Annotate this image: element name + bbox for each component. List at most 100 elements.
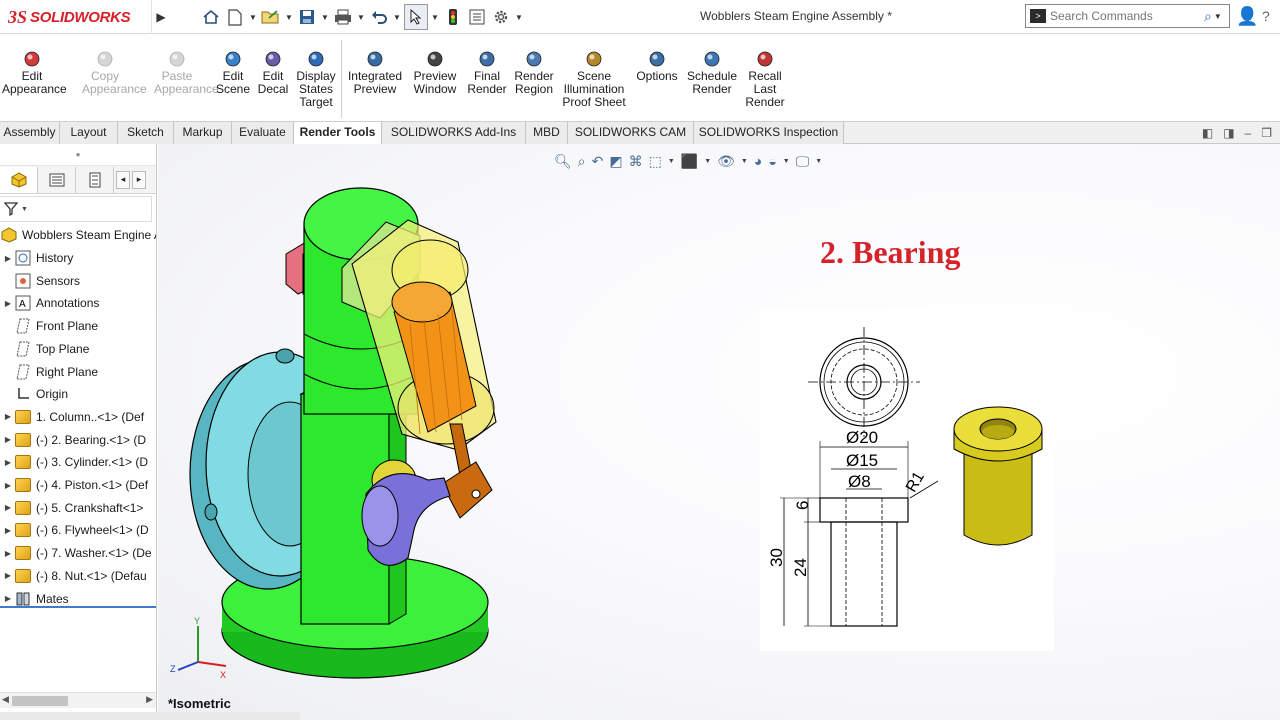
expand-arrow-icon[interactable]: ▶ xyxy=(2,549,14,558)
display-states-button[interactable]: Display States Target xyxy=(294,50,338,109)
tab-evaluate[interactable]: Evaluate xyxy=(232,122,294,144)
tree-item-5-crankshaft-1[interactable]: ▶ (-) 5. Crankshaft<1> xyxy=(0,497,143,519)
minimize-icon[interactable]: – xyxy=(1245,126,1252,140)
maximize-icon[interactable]: ❐ xyxy=(1261,126,1272,140)
search-input[interactable] xyxy=(1050,9,1200,23)
expand-arrow-icon[interactable]: ▶ xyxy=(2,254,14,263)
scroll-left-arrow-icon[interactable]: ◀ xyxy=(2,694,9,705)
previous-view-icon[interactable]: ↶ xyxy=(592,153,604,170)
tab-solidworks-add-ins[interactable]: SOLIDWORKS Add-Ins xyxy=(382,122,526,144)
tree-item-4-piston-1-def[interactable]: ▶ (-) 4. Piston.<1> (Def xyxy=(0,474,148,496)
zoom-to-area-icon[interactable]: ⌕ xyxy=(578,153,586,170)
open-icon[interactable] xyxy=(260,4,282,30)
tile-right-icon[interactable]: ◨ xyxy=(1223,126,1234,140)
save-icon[interactable] xyxy=(296,4,318,30)
file-properties-icon[interactable] xyxy=(466,4,488,30)
options-dropdown-icon[interactable]: ▼ xyxy=(514,13,524,22)
expand-arrow-icon[interactable]: ▶ xyxy=(2,594,14,603)
configuration-manager-tab-icon[interactable] xyxy=(76,166,114,193)
tree-item-1-column-1-def[interactable]: ▶ 1. Column..<1> (Def xyxy=(0,406,144,428)
open-dropdown-icon[interactable]: ▼ xyxy=(284,13,294,22)
render-region-button[interactable]: Render Region xyxy=(512,50,556,96)
search-dropdown-icon[interactable]: ▼ xyxy=(1214,12,1222,21)
tree-item-2-bearing-1-d[interactable]: ▶ (-) 2. Bearing.<1> (D xyxy=(0,429,146,451)
expand-arrow-icon[interactable]: ▶ xyxy=(2,412,14,421)
view-orientation-icon[interactable]: ⬚ xyxy=(649,153,662,170)
recall-render-button[interactable]: Recall Last Render xyxy=(744,50,786,109)
tree-item-sensors[interactable]: Sensors xyxy=(0,270,80,292)
tab-sketch[interactable]: Sketch xyxy=(118,122,174,144)
tree-item-origin[interactable]: Origin xyxy=(0,383,68,405)
apply-scene-icon[interactable]: ◒ xyxy=(768,153,776,169)
expand-arrow-icon[interactable]: ▶ xyxy=(2,458,14,467)
expand-arrow-icon[interactable]: ▶ xyxy=(2,435,14,444)
undo-dropdown-icon[interactable]: ▼ xyxy=(392,13,402,22)
panel-scroll-right-icon[interactable]: ▸ xyxy=(132,170,146,189)
search-icon[interactable]: ⌕ xyxy=(1204,8,1212,25)
tree-item-7-washer-1-de[interactable]: ▶ (-) 7. Washer.<1> (De xyxy=(0,542,152,564)
bottom-model-tabs[interactable] xyxy=(0,712,300,720)
expand-arrow-icon[interactable]: ▶ xyxy=(2,481,14,490)
panel-grip[interactable]: ● xyxy=(0,144,156,166)
tree-item-top-plane[interactable]: Top Plane xyxy=(0,338,89,360)
new-dropdown-icon[interactable]: ▼ xyxy=(248,13,258,22)
property-manager-tab-icon[interactable] xyxy=(38,166,76,193)
edit-scene-button[interactable]: Edit Scene xyxy=(216,50,250,96)
view-settings-icon[interactable]: 🖵 xyxy=(796,153,810,170)
select-dropdown-icon[interactable]: ▼ xyxy=(430,13,440,22)
print-icon[interactable] xyxy=(332,4,354,30)
edit-decal-button[interactable]: Edit Decal xyxy=(256,50,290,96)
tab-render-tools[interactable]: Render Tools xyxy=(294,122,382,144)
feature-tree-tab-icon[interactable] xyxy=(0,166,38,193)
tree-item-3-cylinder-1-d[interactable]: ▶ (-) 3. Cylinder.<1> (D xyxy=(0,451,148,473)
integrated-preview-button[interactable]: Integrated Preview xyxy=(346,50,404,96)
new-document-icon[interactable] xyxy=(224,4,246,30)
tile-left-icon[interactable]: ◧ xyxy=(1202,126,1213,140)
tab-mbd[interactable]: MBD xyxy=(526,122,568,144)
undo-icon[interactable] xyxy=(368,4,390,30)
tab-solidworks-cam[interactable]: SOLIDWORKS CAM xyxy=(568,122,694,144)
tree-item-6-flywheel-1-d[interactable]: ▶ (-) 6. Flywheel<1> (D xyxy=(0,519,149,541)
paste-appearance-button[interactable]: Paste Appearance xyxy=(154,50,219,96)
scroll-thumb[interactable] xyxy=(12,696,68,706)
expand-arrow-icon[interactable]: ▶ xyxy=(2,571,14,580)
help-icon[interactable]: ? xyxy=(1262,8,1270,24)
tree-item-history[interactable]: ▶ History xyxy=(0,247,73,269)
edit-appearance-view-icon[interactable]: ◕ xyxy=(754,153,762,169)
select-icon[interactable] xyxy=(404,4,428,30)
tree-item-right-plane[interactable]: Right Plane xyxy=(0,361,98,383)
section-view-icon[interactable]: ◩ xyxy=(609,153,622,170)
tree-item-annotations[interactable]: ▶ A Annotations xyxy=(0,292,99,314)
panel-splitter[interactable] xyxy=(0,606,156,608)
tab-solidworks-inspection[interactable]: SOLIDWORKS Inspection xyxy=(694,122,844,144)
copy-appearance-button[interactable]: Copy Appearance xyxy=(82,50,147,96)
solidworks-logo[interactable]: 3S SOLIDWORKS xyxy=(0,0,152,34)
panel-horizontal-scrollbar[interactable]: ◀ ▶ xyxy=(0,692,156,708)
edit-appearance-button[interactable]: Edit Appearance xyxy=(2,50,67,96)
tab-assembly[interactable]: Assembly xyxy=(0,122,60,144)
user-account-icon[interactable]: 👤 xyxy=(1236,6,1258,27)
zoom-to-fit-icon[interactable]: 🔍︎ xyxy=(554,153,572,170)
scene-illumination-button[interactable]: Scene Illumination Proof Sheet xyxy=(560,50,628,109)
save-dropdown-icon[interactable]: ▼ xyxy=(320,13,330,22)
tree-item-8-nut-1-defau[interactable]: ▶ (-) 8. Nut.<1> (Defau xyxy=(0,565,147,587)
display-style-icon[interactable]: ⬛ xyxy=(681,153,698,170)
options-gear-icon[interactable] xyxy=(490,4,512,30)
expand-arrow-icon[interactable]: ▶ xyxy=(2,526,14,535)
expand-arrow-icon[interactable]: ▶ xyxy=(2,299,14,308)
dynamic-annotation-icon[interactable]: ⌘ xyxy=(629,153,643,170)
final-render-button[interactable]: Final Render xyxy=(466,50,508,96)
schedule-render-button[interactable]: Schedule Render xyxy=(686,50,738,96)
rebuild-icon[interactable] xyxy=(442,4,464,30)
options-button[interactable]: Options xyxy=(634,50,680,83)
preview-window-button[interactable]: Preview Window xyxy=(408,50,462,96)
home-icon[interactable] xyxy=(200,4,222,30)
menu-expand-arrow-icon[interactable]: ▶ xyxy=(154,6,168,28)
tree-root-assembly[interactable]: Wobblers Steam Engine A xyxy=(0,224,156,246)
print-dropdown-icon[interactable]: ▼ xyxy=(356,13,366,22)
expand-arrow-icon[interactable]: ▶ xyxy=(2,503,14,512)
graphics-area[interactable]: 🔍︎ ⌕ ↶ ◩ ⌘ ⬚ ▼ ⬛ ▼ 👁︎ ▼ ◕ ◒ ▼ 🖵 ▼ Y X Z … xyxy=(158,144,1280,720)
search-commands-box[interactable]: > ⌕ ▼ xyxy=(1025,4,1230,28)
tab-markup[interactable]: Markup xyxy=(174,122,232,144)
panel-scroll-left-icon[interactable]: ◂ xyxy=(116,170,130,189)
